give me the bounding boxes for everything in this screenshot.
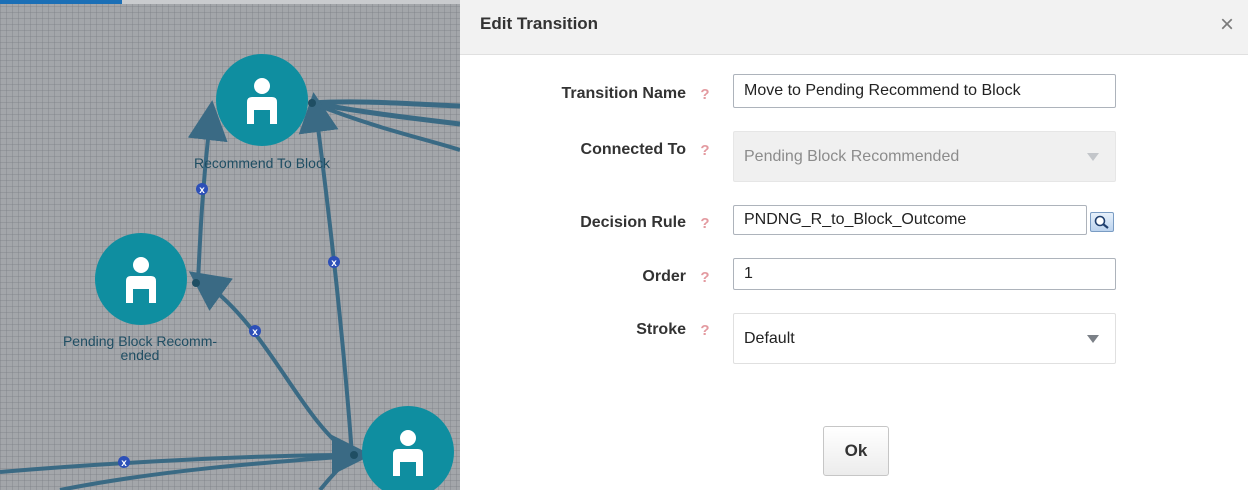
help-icon[interactable]: ? xyxy=(697,86,713,103)
stroke-label: Stroke xyxy=(636,321,686,338)
ok-button[interactable]: Ok xyxy=(823,426,889,476)
connector-dot[interactable] xyxy=(350,451,358,459)
workflow-canvas[interactable]: x x x x Recommend To Block Pending Block… xyxy=(0,0,460,490)
transition-name-input[interactable]: Move to Pending Recommend to Block xyxy=(733,74,1116,108)
order-label: Order xyxy=(642,268,686,285)
connector-dot[interactable] xyxy=(308,99,316,107)
workflow-diagram[interactable]: x x x x xyxy=(0,0,460,490)
decision-rule-input[interactable]: PNDNG_R_to_Block_Outcome xyxy=(733,205,1087,235)
decision-rule-value: PNDNG_R_to_Block_Outcome xyxy=(744,211,967,228)
node-bottom[interactable] xyxy=(362,406,454,490)
connector-dot[interactable] xyxy=(192,279,200,287)
stroke-value: Default xyxy=(744,329,795,347)
dialog-title: Edit Transition xyxy=(480,14,599,33)
edge-left-to-bottom[interactable] xyxy=(0,435,372,476)
connected-to-value: Pending Block Recommended xyxy=(744,147,960,165)
transition-name-label: Transition Name xyxy=(561,85,686,102)
connected-to-select: Pending Block Recommended xyxy=(733,131,1116,182)
dialog-header: Edit Transition × xyxy=(460,0,1248,55)
node-label-recommend-to-block: Recommend To Block xyxy=(194,155,330,171)
order-value: 1 xyxy=(744,265,753,282)
help-icon[interactable]: ? xyxy=(697,142,713,159)
node-label-pending-block-recommended: Pending Block Recomm- ended xyxy=(62,333,218,363)
chevron-down-icon xyxy=(1087,152,1099,161)
svg-text:x: x xyxy=(252,327,258,338)
edge-marker[interactable]: x xyxy=(328,256,340,269)
svg-text:x: x xyxy=(199,185,205,196)
edge-marker[interactable]: x xyxy=(196,183,208,196)
svg-text:x: x xyxy=(331,258,337,269)
edge-down-1[interactable] xyxy=(318,454,354,490)
edge-marker[interactable]: x xyxy=(118,456,130,469)
stroke-select[interactable]: Default xyxy=(733,313,1116,364)
search-icon[interactable] xyxy=(1090,212,1114,232)
svg-text:x: x xyxy=(121,458,127,469)
help-icon[interactable]: ? xyxy=(697,269,713,286)
chevron-down-icon xyxy=(1087,334,1099,343)
close-icon[interactable]: × xyxy=(1214,12,1240,38)
help-icon[interactable]: ? xyxy=(697,215,713,232)
order-input[interactable]: 1 xyxy=(733,258,1116,290)
transition-name-value: Move to Pending Recommend to Block xyxy=(744,82,1021,99)
connected-to-label: Connected To xyxy=(580,141,686,158)
edge-bottom-to-pending[interactable] xyxy=(188,271,354,457)
decision-rule-label: Decision Rule xyxy=(580,214,686,231)
edge-right-top[interactable] xyxy=(311,101,460,152)
edge-bottom-left-2[interactable] xyxy=(59,454,353,490)
edge-pending-to-recommend[interactable] xyxy=(187,100,228,283)
help-icon[interactable]: ? xyxy=(697,322,713,339)
